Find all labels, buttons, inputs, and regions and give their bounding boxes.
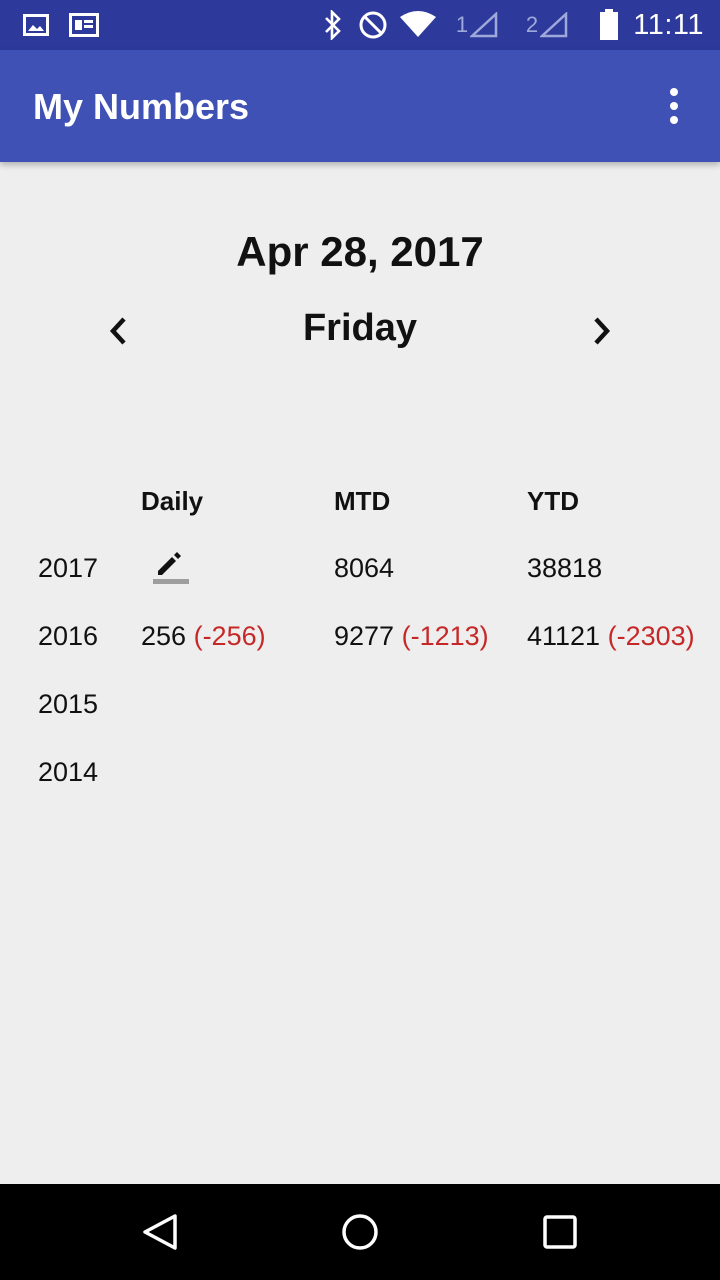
bluetooth-icon bbox=[320, 0, 346, 50]
app-bar: My Numbers bbox=[0, 50, 720, 162]
year-label-2016: 2016 bbox=[38, 621, 99, 651]
sim2-label: 2 bbox=[525, 12, 539, 37]
daily-cell-2016: 256 (-256) bbox=[141, 621, 266, 652]
chevron-right-icon[interactable] bbox=[578, 309, 622, 353]
ytd-value-2016: 41121 bbox=[527, 621, 601, 651]
ytd-value-2017: 38818 bbox=[527, 553, 603, 583]
day-navigator: Friday bbox=[0, 303, 720, 359]
system-nav-bar bbox=[0, 1184, 720, 1280]
do-not-disturb-icon bbox=[358, 0, 388, 50]
news-icon bbox=[68, 0, 100, 50]
status-bar: 1 2 11:11 bbox=[0, 0, 720, 50]
back-icon[interactable] bbox=[130, 1202, 190, 1262]
home-icon[interactable] bbox=[330, 1202, 390, 1262]
column-header-daily: Daily bbox=[141, 486, 204, 516]
recents-icon[interactable] bbox=[530, 1202, 590, 1262]
status-time: 11:11 bbox=[633, 8, 704, 41]
wifi-icon bbox=[398, 0, 438, 50]
mtd-value-2016: 9277 bbox=[334, 621, 395, 651]
year-label-2017: 2017 bbox=[38, 553, 99, 583]
mtd-value-2017: 8064 bbox=[334, 553, 395, 583]
daily-value-2016: 256 bbox=[141, 621, 187, 651]
signal-icon-2: 2 bbox=[522, 0, 572, 50]
mtd-cell-2016: 9277 (-1213) bbox=[334, 621, 489, 652]
mtd-diff-2016: (-1213) bbox=[401, 621, 489, 651]
ytd-diff-2016: (-2303) bbox=[607, 621, 695, 651]
more-vert-icon[interactable] bbox=[654, 86, 694, 126]
app-title: My Numbers bbox=[33, 86, 250, 127]
battery-icon bbox=[596, 0, 622, 50]
column-header-ytd: YTD bbox=[527, 486, 579, 516]
image-icon bbox=[22, 0, 50, 50]
daily-diff-2016: (-256) bbox=[193, 621, 266, 651]
edit-icon[interactable] bbox=[148, 544, 194, 590]
year-label-2015: 2015 bbox=[38, 689, 99, 719]
signal-icon: 1 bbox=[452, 0, 502, 50]
sim1-label: 1 bbox=[455, 12, 469, 37]
year-label-2014: 2014 bbox=[38, 757, 99, 787]
column-header-mtd: MTD bbox=[334, 486, 391, 516]
date-title: Apr 28, 2017 bbox=[236, 228, 484, 275]
ytd-cell-2016: 41121 (-2303) bbox=[527, 621, 695, 652]
